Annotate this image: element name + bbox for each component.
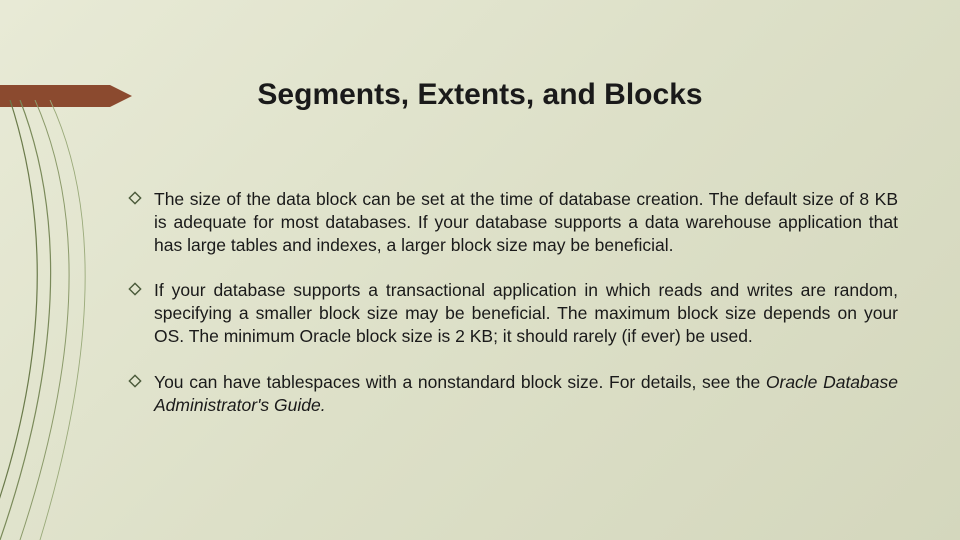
- bullet-text: If your database supports a transactiona…: [154, 279, 898, 348]
- slide-title: Segments, Extents, and Blocks: [0, 78, 960, 112]
- diamond-bullet-icon: [128, 374, 142, 388]
- bullet-text: The size of the data block can be set at…: [154, 188, 898, 257]
- bullet-text: You can have tablespaces with a nonstand…: [154, 371, 898, 417]
- diamond-bullet-icon: [128, 191, 142, 205]
- list-item: You can have tablespaces with a nonstand…: [128, 371, 898, 417]
- list-item: The size of the data block can be set at…: [128, 188, 898, 257]
- slide-content: The size of the data block can be set at…: [128, 188, 898, 439]
- diamond-bullet-icon: [128, 282, 142, 296]
- list-item: If your database supports a transactiona…: [128, 279, 898, 348]
